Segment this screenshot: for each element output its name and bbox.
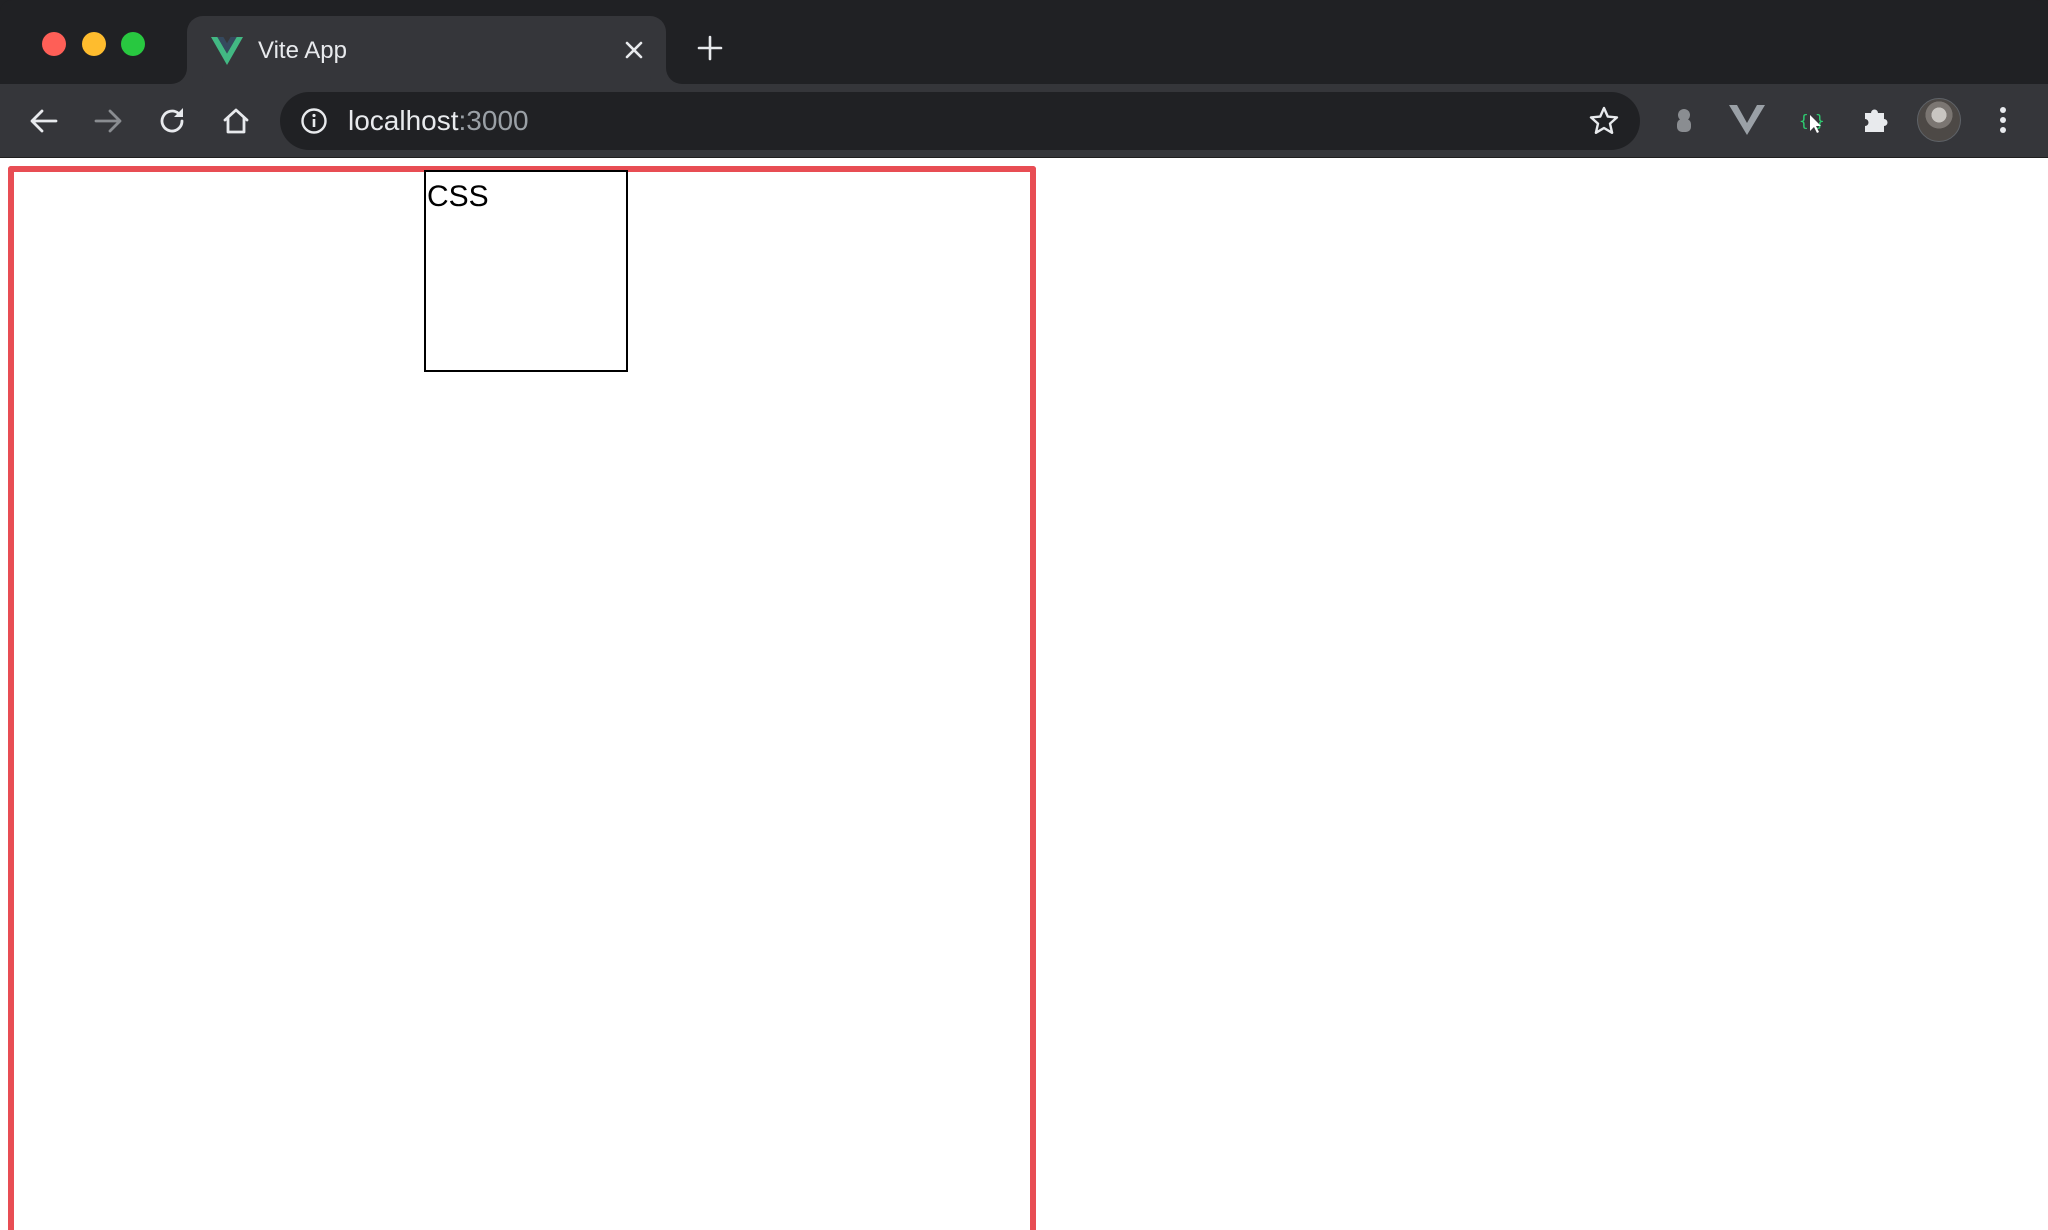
css-box-label: CSS (427, 180, 489, 213)
info-icon[interactable] (300, 107, 328, 135)
url-port: :3000 (458, 105, 529, 136)
css-peeper-icon: { } (1799, 111, 1825, 133)
profile-avatar[interactable] (1917, 98, 1961, 142)
puzzle-icon (1865, 109, 1888, 132)
css-box: CSS (424, 170, 628, 372)
back-icon (30, 109, 58, 133)
window-close-button[interactable] (42, 32, 66, 56)
window-minimize-button[interactable] (82, 32, 106, 56)
reload-icon (160, 108, 184, 133)
forward-icon (94, 109, 122, 133)
reload-button[interactable] (150, 99, 194, 143)
browser-toolbar: localhost:3000 { } (0, 84, 2048, 158)
css-peeper-button[interactable]: { } (1791, 100, 1831, 140)
more-vert-icon (2000, 107, 2006, 133)
vue-devtools-button[interactable] (1727, 100, 1767, 140)
page-viewport: CSS (0, 158, 2048, 1230)
url-text[interactable]: localhost:3000 (348, 105, 529, 137)
vue-logo-icon (211, 37, 243, 65)
svg-text:{: { (1799, 111, 1809, 130)
tab-close-button[interactable] (620, 36, 648, 64)
url-host: localhost (348, 105, 459, 136)
back-button[interactable] (22, 99, 66, 143)
extensions-button[interactable] (1855, 100, 1895, 140)
close-icon (625, 41, 643, 59)
forward-button[interactable] (86, 99, 130, 143)
extension-gray-icon (1677, 109, 1691, 132)
vue-devtools-icon (1729, 105, 1765, 135)
extension-gray-button[interactable] (1664, 100, 1704, 140)
tab-strip: Vite App (0, 0, 2048, 84)
home-button[interactable] (214, 99, 258, 143)
browser-menu-button[interactable] (1983, 100, 2023, 140)
tab-vite-app[interactable]: Vite App (187, 16, 666, 84)
address-bar[interactable]: localhost:3000 (280, 92, 1640, 150)
bookmark-star-icon[interactable] (1588, 105, 1620, 137)
plus-icon (697, 35, 723, 61)
window-maximize-button[interactable] (121, 32, 145, 56)
home-icon (223, 108, 249, 134)
red-outline-frame: CSS (8, 166, 1036, 1230)
tab-title: Vite App (258, 37, 347, 64)
browser-window: Vite App localhost:3000 {} CSS (0, 0, 2048, 1230)
new-tab-button[interactable] (694, 32, 726, 64)
